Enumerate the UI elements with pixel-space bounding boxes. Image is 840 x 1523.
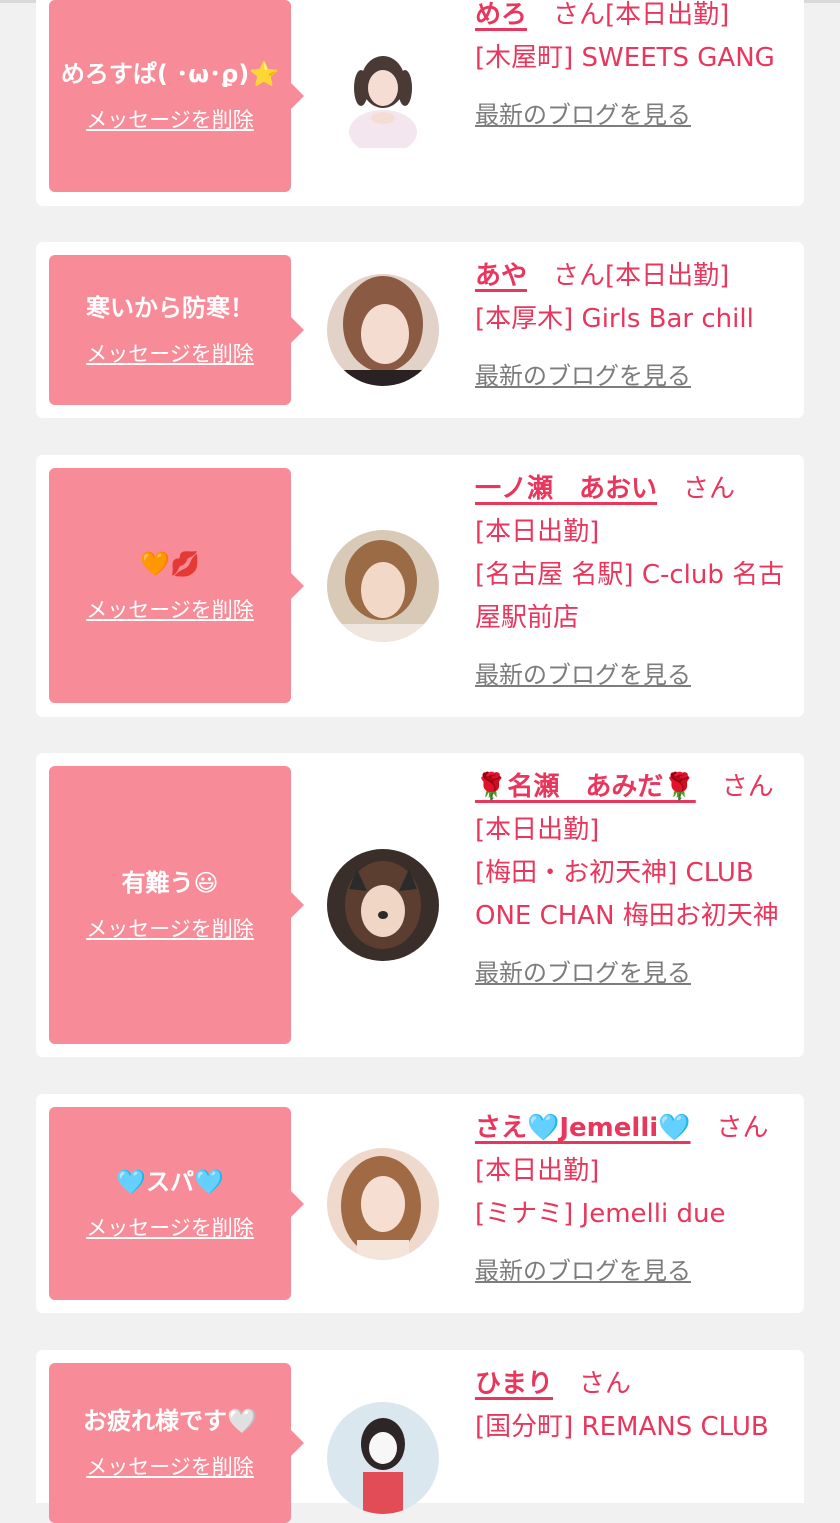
message-text: 寒いから防寒！ (86, 294, 254, 322)
latest-blog-link[interactable]: 最新のブログを見る (475, 952, 691, 995)
honorific: さん (721, 772, 774, 802)
status-text: [本日出勤] (475, 815, 600, 845)
profile-name-link[interactable]: 🌹名瀬 あみだ🌹 (475, 772, 696, 802)
honorific: さん (683, 474, 736, 504)
shop-text: [名古屋 名駅] C-club 名古屋駅前店 (475, 560, 785, 633)
name-line: ひまり さん (475, 1363, 790, 1406)
honorific: さん (579, 1369, 632, 1399)
name-line: 一ノ瀬 あおい さん (475, 468, 790, 511)
latest-blog-link[interactable]: 最新のブログを見る (475, 654, 691, 697)
avatar-image (327, 1402, 439, 1514)
shop-text: [国分町] REMANS CLUB (475, 1412, 769, 1442)
profile-name-link[interactable]: さえ🩵Jemelli🩵 (475, 1113, 691, 1143)
list-item: 🩵スパ🩵 メッセージを削除 さえ🩵Jemelli🩵 さん [本日出勤] [ミナミ]… (36, 1094, 804, 1313)
delete-message-link[interactable]: メッセージを削除 (86, 913, 254, 943)
profile-info: あや さん[本日出勤] [本厚木] Girls Bar chill 最新のブログを… (475, 255, 790, 398)
status-text: [本日出勤] (605, 261, 730, 291)
latest-blog-link[interactable]: 最新のブログを見る (475, 1250, 691, 1293)
message-bubble: 🧡💋 メッセージを削除 (49, 468, 304, 703)
list-item: 🧡💋 メッセージを削除 一ノ瀬 あおい さん [本日出勤] [名古屋 名駅] C-… (36, 455, 804, 717)
profile-name-link[interactable]: あや (475, 261, 527, 291)
message-text: 🩵スパ🩵 (116, 1167, 224, 1196)
profile-name-link[interactable]: めろ (475, 0, 527, 30)
list-item: お疲れ様です🤍 メッセージを削除 ひまり さん [国分町] REMANS CLUB (36, 1350, 804, 1523)
message-bubble: 有難う😃 メッセージを削除 (49, 766, 304, 1044)
profile-info: めろ さん[本日出勤] [木屋町] SWEETS GANG 最新のブログを見る (475, 0, 790, 137)
delete-message-link[interactable]: メッセージを削除 (86, 338, 254, 368)
message-text: お疲れ様です🤍 (83, 1407, 257, 1435)
status-text: [本日出勤] (475, 517, 600, 547)
shop-text: [ミナミ] Jemelli due (475, 1199, 726, 1229)
honorific: さん (553, 261, 606, 291)
avatar[interactable] (327, 274, 439, 386)
avatar-image (327, 36, 439, 148)
name-line: あや さん[本日出勤] (475, 255, 790, 298)
list-item: 有難う😃 メッセージを削除 🌹名瀬 あみだ🌹 さん [本日出勤] [梅田・お初天神]… (36, 753, 804, 1057)
delete-message-link[interactable]: メッセージを削除 (86, 1212, 254, 1242)
honorific: さん (553, 0, 606, 30)
profile-info: ひまり さん [国分町] REMANS CLUB (475, 1363, 790, 1449)
latest-blog-link[interactable]: 最新のブログを見る (475, 355, 691, 398)
avatar[interactable] (327, 849, 439, 961)
avatar-image (327, 530, 439, 642)
delete-message-link[interactable]: メッセージを削除 (86, 1451, 254, 1481)
message-text: 🧡💋 (140, 549, 200, 578)
avatar-image (327, 274, 439, 386)
shop-text: [本厚木] Girls Bar chill (475, 304, 754, 334)
latest-blog-link[interactable]: 最新のブログを見る (475, 94, 691, 137)
message-bubble: 寒いから防寒！ メッセージを削除 (49, 255, 304, 405)
profile-info: 🌹名瀬 あみだ🌹 さん [本日出勤] [梅田・お初天神] CLUB ONE CHAN… (475, 766, 790, 995)
avatar[interactable] (327, 1402, 439, 1514)
message-bubble: めろすぱ( ･ω･ϼ)⭐ メッセージを削除 (49, 0, 304, 192)
message-text: めろすぱ( ･ω･ϼ)⭐ (60, 60, 280, 88)
status-text: [本日出勤] (605, 0, 730, 30)
honorific: さん (716, 1113, 769, 1143)
message-text: 有難う😃 (121, 869, 219, 897)
status-text: [本日出勤] (475, 1156, 600, 1186)
name-line: めろ さん[本日出勤] (475, 0, 790, 37)
profile-info: さえ🩵Jemelli🩵 さん [本日出勤] [ミナミ] Jemelli due 最… (475, 1107, 790, 1293)
avatar[interactable] (327, 36, 439, 148)
delete-message-link[interactable]: メッセージを削除 (86, 594, 254, 624)
profile-info: 一ノ瀬 あおい さん [本日出勤] [名古屋 名駅] C-club 名古屋駅前店 … (475, 468, 790, 697)
avatar-image (327, 849, 439, 961)
list-item: めろすぱ( ･ω･ϼ)⭐ メッセージを削除 めろ さん[本日出勤] [木屋町] S… (36, 0, 804, 206)
message-bubble: お疲れ様です🤍 メッセージを削除 (49, 1363, 304, 1523)
avatar[interactable] (327, 1148, 439, 1260)
avatar[interactable] (327, 530, 439, 642)
profile-name-link[interactable]: ひまり (475, 1369, 553, 1399)
shop-text: [木屋町] SWEETS GANG (475, 43, 775, 73)
delete-message-link[interactable]: メッセージを削除 (86, 104, 254, 134)
name-line: さえ🩵Jemelli🩵 さん (475, 1107, 790, 1150)
list-item: 寒いから防寒！ メッセージを削除 あや さん[本日出勤] [本厚木] Girls … (36, 242, 804, 418)
avatar-image (327, 1148, 439, 1260)
message-bubble: 🩵スパ🩵 メッセージを削除 (49, 1107, 304, 1300)
profile-name-link[interactable]: 一ノ瀬 あおい (475, 474, 657, 504)
name-line: 🌹名瀬 あみだ🌹 さん [本日出勤] (475, 766, 790, 852)
shop-text: [梅田・お初天神] CLUB ONE CHAN 梅田お初天神 (475, 858, 779, 931)
